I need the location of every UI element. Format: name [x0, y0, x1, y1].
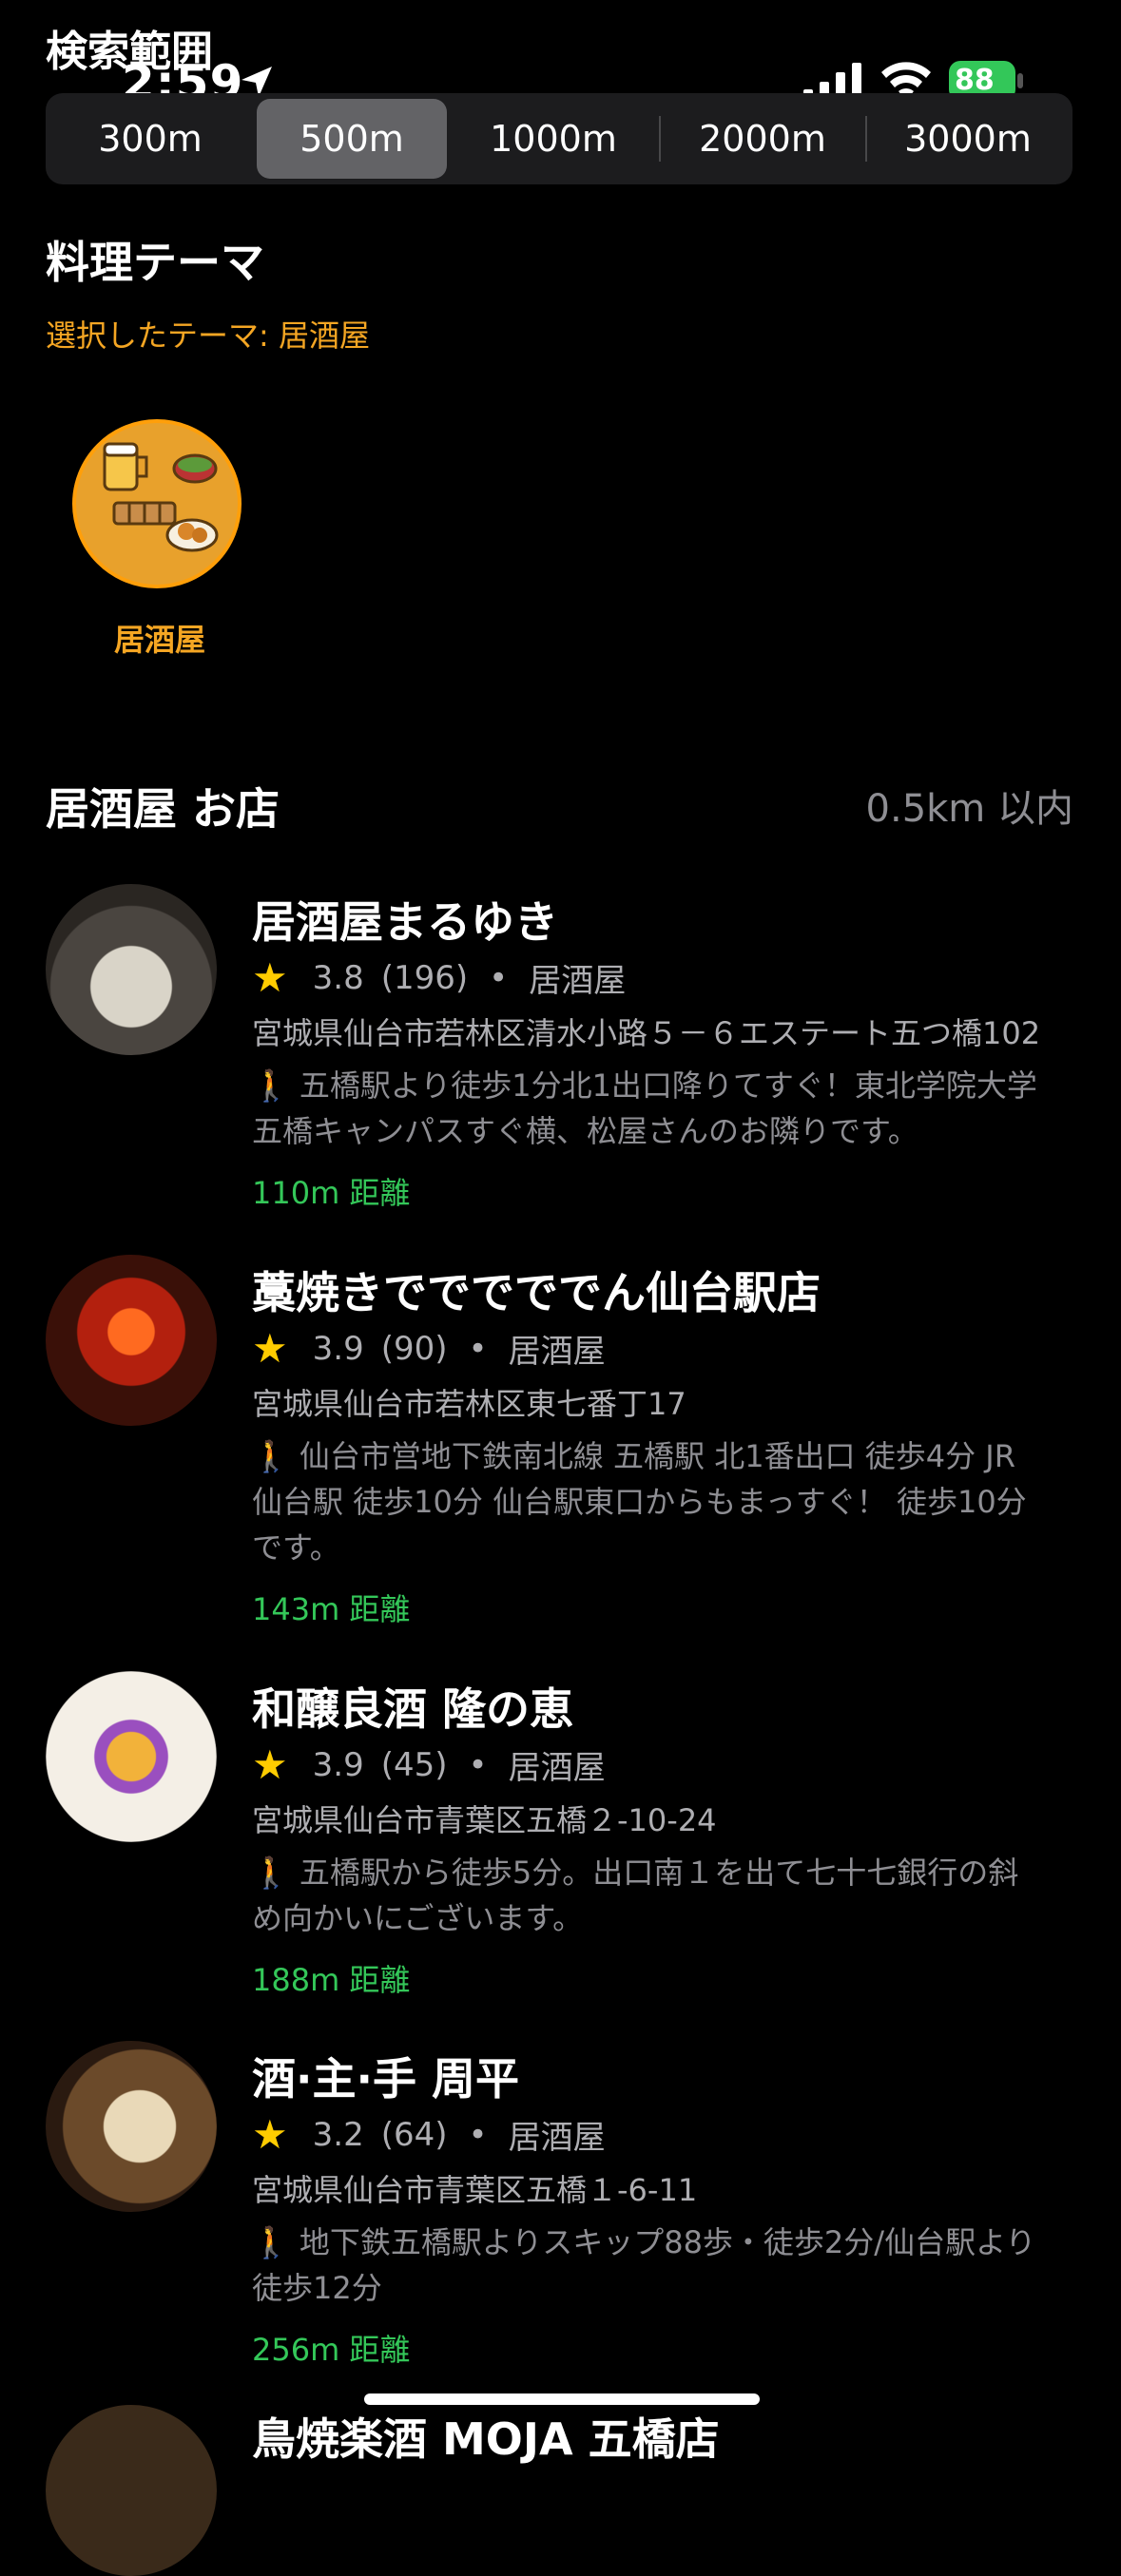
segment-3000m[interactable]: 3000m	[869, 99, 1067, 179]
rating-row: ★ 3.9 (45) • 居酒屋	[252, 1741, 606, 1788]
shop-name: 居酒屋まるゆき	[252, 896, 558, 948]
selected-theme-text: 選択したテーマ: 居酒屋	[46, 317, 370, 354]
review-count: (64)	[380, 2115, 448, 2154]
segment-divider	[659, 116, 661, 162]
separator-dot: •	[468, 1329, 488, 1368]
shop-distance: 143m 距離	[252, 1591, 411, 1627]
shop-list-item[interactable]: 和醸良酒 隆の恵 ★ 3.9 (45) • 居酒屋 宮城県仙台市青葉区五橋２-1…	[0, 1671, 1121, 2004]
access-text: 仙台市営地下鉄南北線 五橋駅 北1番出口 徒歩4分 JR仙台駅 徒歩10分 仙台…	[252, 1438, 1027, 1566]
home-indicator[interactable]	[364, 2393, 760, 2405]
shop-photo	[46, 2041, 217, 2212]
search-radius-text: 0.5km 以内	[865, 787, 1073, 831]
segment-500m[interactable]: 500m	[257, 99, 447, 179]
segment-300m[interactable]: 300m	[51, 99, 249, 179]
shop-name: 酒·主·手 周平	[252, 2053, 519, 2105]
shop-photo	[46, 884, 217, 1055]
rating-row: ★ 3.2 (64) • 居酒屋	[252, 2111, 606, 2158]
rating-value: 3.9	[312, 1329, 364, 1368]
separator-dot: •	[468, 2115, 488, 2154]
rating-row: ★ 3.9 (90) • 居酒屋	[252, 1325, 606, 1372]
star-icon: ★	[252, 1741, 288, 1788]
walking-person-icon: 🚶	[252, 2224, 290, 2260]
shop-distance: 188m 距離	[252, 1962, 411, 1998]
shop-photo	[46, 2405, 217, 2576]
shop-name: 和醸良酒 隆の恵	[252, 1683, 574, 1735]
review-count: (196)	[380, 958, 469, 997]
access-text: 五橋駅から徒歩5分。出口南１を出て七十七銀行の斜め向かいにございます。	[252, 1855, 1019, 1936]
shop-address: 宮城県仙台市青葉区五橋１-6-11	[252, 2172, 698, 2208]
izakaya-food-icon	[103, 442, 219, 552]
segment-divider	[865, 116, 867, 162]
shop-category: 居酒屋	[508, 2119, 606, 2157]
separator-dot: •	[468, 1745, 488, 1784]
segment-2000m[interactable]: 2000m	[664, 99, 861, 179]
shop-category: 居酒屋	[508, 1333, 606, 1371]
theme-label: 居酒屋	[114, 622, 206, 658]
walking-person-icon: 🚶	[252, 1855, 290, 1891]
shop-access: 🚶 五橋駅より徒歩1分北1出口降りてすぐ！東北学院大学五橋キャンパスすぐ横、松屋さ…	[252, 1063, 1041, 1154]
shop-photo	[46, 1671, 217, 1842]
shop-access: 🚶 地下鉄五橋駅よりスキップ88歩・徒歩2分/仙台駅より徒歩12分	[252, 2220, 1041, 2311]
shop-distance: 256m 距離	[252, 2332, 411, 2368]
access-text: 五橋駅より徒歩1分北1出口降りてすぐ！東北学院大学五橋キャンパスすぐ横、松屋さん…	[252, 1067, 1037, 1149]
shop-list-item[interactable]: 酒·主·手 周平 ★ 3.2 (64) • 居酒屋 宮城県仙台市青葉区五橋１-6…	[0, 2041, 1121, 2374]
shop-category: 居酒屋	[529, 962, 627, 1000]
star-icon: ★	[252, 1325, 288, 1372]
shop-photo	[46, 1255, 217, 1426]
rating-value: 3.2	[312, 2115, 364, 2154]
izakaya-theme-button[interactable]	[72, 419, 242, 588]
shop-address: 宮城県仙台市若林区清水小路５－６エステート五つ橋102	[252, 1015, 1041, 1051]
rating-row: ★ 3.8 (196) • 居酒屋	[252, 954, 626, 1001]
shop-name[interactable]: 鳥焼楽酒 MOJA 五橋店	[252, 2405, 720, 2468]
shop-address: 宮城県仙台市青葉区五橋２-10-24	[252, 1802, 717, 1838]
walking-person-icon: 🚶	[252, 1067, 290, 1104]
shop-distance: 110m 距離	[252, 1175, 411, 1211]
shop-access: 🚶 仙台市営地下鉄南北線 五橋駅 北1番出口 徒歩4分 JR仙台駅 徒歩10分 仙…	[252, 1433, 1041, 1570]
shop-address: 宮城県仙台市若林区東七番丁17	[252, 1386, 686, 1422]
walking-person-icon: 🚶	[252, 1438, 290, 1474]
shop-access: 🚶 五橋駅から徒歩5分。出口南１を出て七十七銀行の斜め向かいにございます。	[252, 1850, 1041, 1941]
theme-section-title: 料理テーマ	[46, 237, 264, 288]
rating-value: 3.9	[312, 1745, 364, 1784]
shops-section-title: 居酒屋 お店	[46, 783, 280, 835]
shop-category: 居酒屋	[508, 1749, 606, 1787]
shop-list-item[interactable]: 藁焼きでででででん仙台駅店 ★ 3.9 (90) • 居酒屋 宮城県仙台市若林区…	[0, 1255, 1121, 1635]
shop-list-item[interactable]: 居酒屋まるゆき ★ 3.8 (196) • 居酒屋 宮城県仙台市若林区清水小路５…	[0, 884, 1121, 1217]
star-icon: ★	[252, 2111, 288, 2158]
distance-segmented-control: 300m 500m 1000m 2000m 3000m	[46, 93, 1073, 184]
review-count: (45)	[380, 1745, 448, 1784]
separator-dot: •	[489, 958, 509, 997]
review-count: (90)	[380, 1329, 448, 1368]
battery-level: 88	[955, 64, 995, 97]
access-text: 地下鉄五橋駅よりスキップ88歩・徒歩2分/仙台駅より徒歩12分	[252, 2224, 1036, 2306]
segment-1000m[interactable]: 1000m	[454, 99, 652, 179]
star-icon: ★	[252, 954, 288, 1001]
rating-value: 3.8	[312, 958, 364, 997]
shop-name: 藁焼きでででででん仙台駅店	[252, 1267, 821, 1318]
